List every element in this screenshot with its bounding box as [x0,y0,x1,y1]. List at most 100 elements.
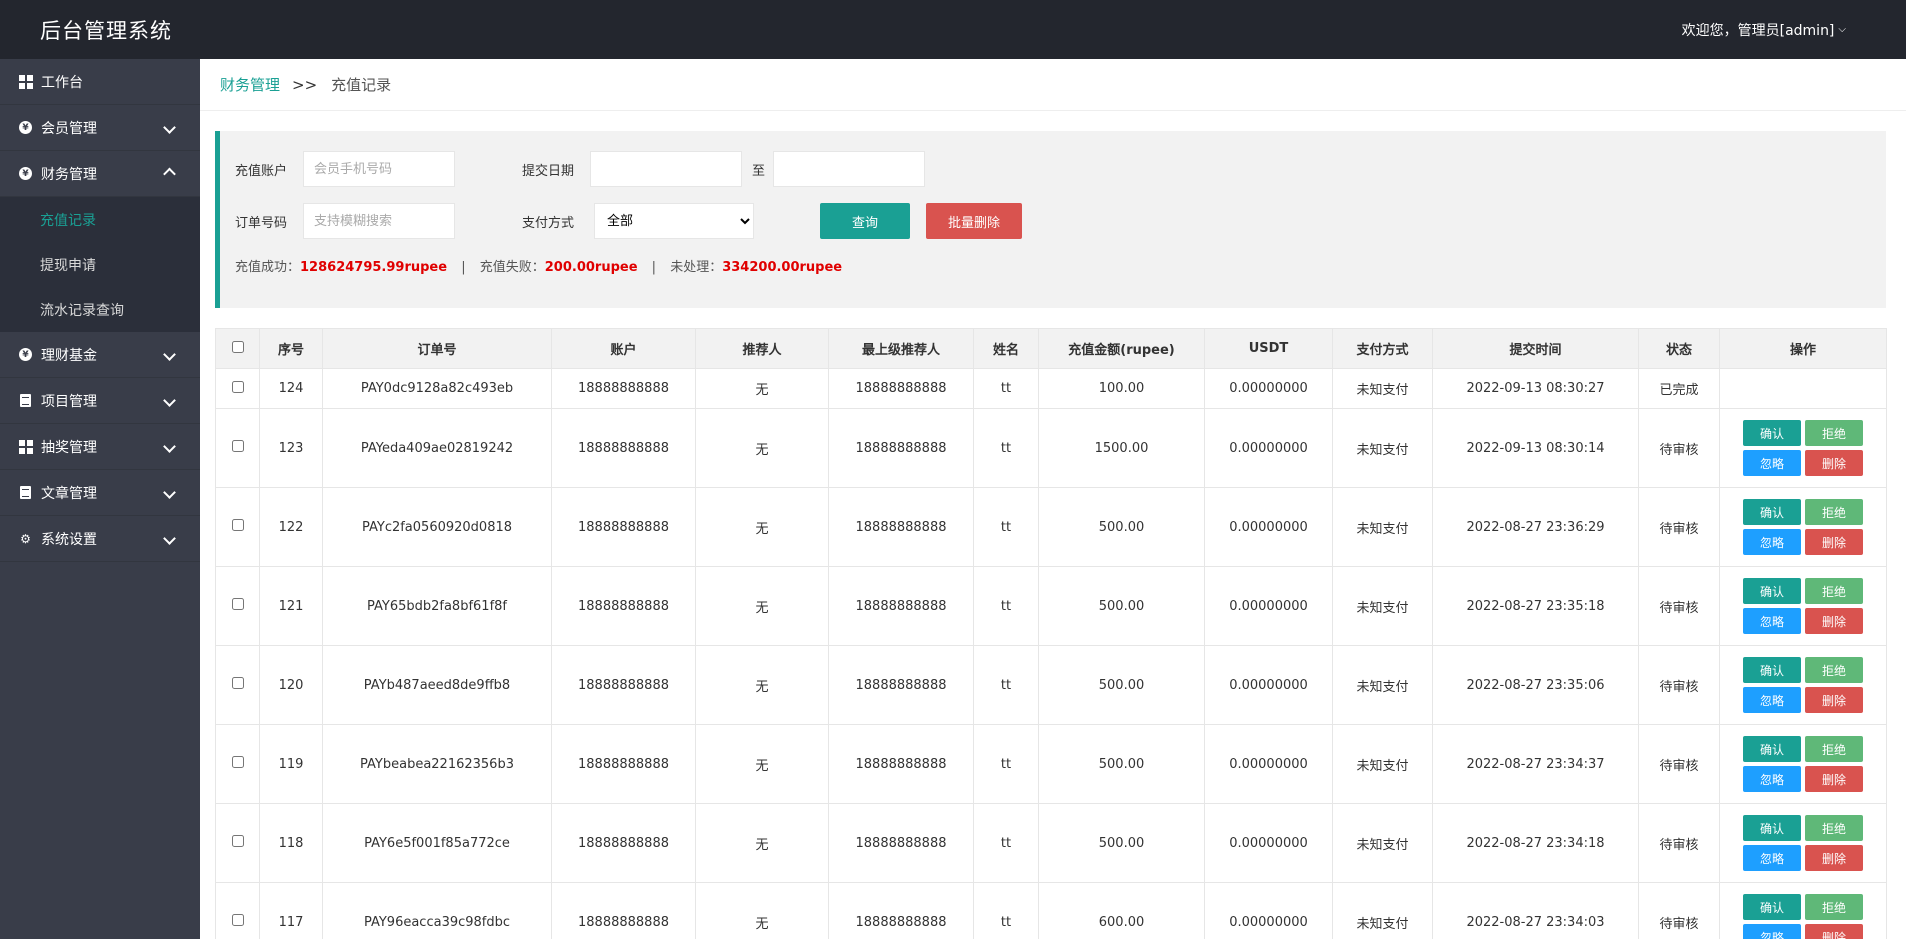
column-header: 姓名 [973,328,1039,369]
reject-button[interactable]: 拒绝 [1805,499,1863,525]
article-icon [18,485,33,500]
sidebar-item-projects[interactable]: 项目管理 [0,378,200,424]
cell-referrer: 无 [695,645,829,725]
cell-name: tt [973,368,1039,409]
date-start-input[interactable] [590,151,742,187]
breadcrumb-parent[interactable]: 财务管理 [220,74,280,95]
summary-stats: 充值成功：128624795.99rupee | 充值失败：200.00rupe… [235,256,842,275]
cell-time: 2022-08-27 23:34:03 [1432,882,1639,939]
row-checkbox[interactable] [231,835,244,847]
sidebar-item-workbench[interactable]: 工作台 [0,59,200,105]
reject-button[interactable]: 拒绝 [1805,420,1863,446]
account-input[interactable] [303,151,455,187]
query-button[interactable]: 查询 [820,203,910,239]
cell-status: 待审核 [1638,408,1720,488]
row-select-cell [215,803,260,883]
sidebar-subitem-flow[interactable]: 流水记录查询 [0,287,200,332]
ignore-button[interactable]: 忽略 [1743,687,1801,713]
cell-name: tt [973,724,1039,804]
ignore-button[interactable]: 忽略 [1743,845,1801,871]
row-checkbox[interactable] [231,440,244,452]
cell-status: 待审核 [1638,724,1720,804]
date-end-input[interactable] [773,151,926,187]
delete-button[interactable]: 删除 [1805,450,1863,476]
cell-account: 18888888888 [551,408,696,488]
confirm-button[interactable]: 确认 [1743,657,1801,683]
table-row: 121 PAY65bdb2fa8bf61f8f 18888888888 无 188888… [215,566,1887,646]
delete-button[interactable]: 删除 [1805,924,1863,939]
cell-top-referrer: 18888888888 [828,724,974,804]
row-actions: 确认 拒绝 忽略 删除 [1721,736,1886,792]
sidebar-subitem-withdraw[interactable]: 提现申请 [0,242,200,287]
confirm-button[interactable]: 确认 [1743,578,1801,604]
reject-button[interactable]: 拒绝 [1805,657,1863,683]
row-checkbox[interactable] [231,677,244,689]
cell-payment: 未知支付 [1332,566,1433,646]
sidebar-item-members[interactable]: ¥ 会员管理 [0,105,200,151]
order-input[interactable] [303,203,455,239]
column-header: USDT [1204,328,1333,369]
column-header: 支付方式 [1332,328,1433,369]
table-header-row: 序号 订单号 账户 推荐人 最上级推荐人 姓名 充值金额(rupee) USDT… [215,328,1887,369]
confirm-button[interactable]: 确认 [1743,736,1801,762]
confirm-button[interactable]: 确认 [1743,420,1801,446]
cell-account: 18888888888 [551,368,696,409]
ignore-button[interactable]: 忽略 [1743,608,1801,634]
reject-button[interactable]: 拒绝 [1805,894,1863,920]
sidebar-subitem-recharge[interactable]: 充值记录 [0,197,200,242]
member-icon: ¥ [18,120,33,135]
sidebar-item-fund[interactable]: ¥ 理财基金 [0,332,200,378]
sidebar-item-finance[interactable]: ¥ 财务管理 [0,151,200,197]
user-menu[interactable]: 欢迎您，管理员[admin] ⌵ [1682,20,1906,40]
row-checkbox[interactable] [231,598,244,610]
cell-name: tt [973,645,1039,725]
cell-order: PAYb487aeed8de9ffb8 [322,645,552,725]
delete-button[interactable]: 删除 [1805,608,1863,634]
row-checkbox[interactable] [231,756,244,768]
table-row: 123 PAYeda409ae02819242 18888888888 无 188888… [215,408,1887,488]
ignore-button[interactable]: 忽略 [1743,450,1801,476]
chevron-down-icon [165,121,174,135]
order-filter: 订单号码 [235,203,455,239]
cell-top-referrer: 18888888888 [828,368,974,409]
ignore-button[interactable]: 忽略 [1743,924,1801,939]
cell-actions: 确认 拒绝 忽略 删除 [1719,487,1887,567]
row-checkbox[interactable] [231,380,244,393]
sidebar-item-articles[interactable]: 文章管理 [0,470,200,516]
sidebar-item-lottery[interactable]: 抽奖管理 [0,424,200,470]
cell-usdt: 0.00000000 [1204,882,1333,939]
batch-delete-button[interactable]: 批量删除 [926,203,1022,239]
finance-icon: ¥ [18,166,33,181]
reject-button[interactable]: 拒绝 [1805,578,1863,604]
chevron-down-icon [165,486,174,500]
confirm-button[interactable]: 确认 [1743,815,1801,841]
sidebar-item-label: 财务管理 [41,166,97,183]
ignore-button[interactable]: 忽略 [1743,529,1801,555]
delete-button[interactable]: 删除 [1805,845,1863,871]
confirm-button[interactable]: 确认 [1743,499,1801,525]
delete-button[interactable]: 删除 [1805,529,1863,555]
table-row: 122 PAYc2fa0560920d0818 18888888888 无 188888… [215,487,1887,567]
ignore-button[interactable]: 忽略 [1743,766,1801,792]
row-checkbox[interactable] [231,914,244,926]
cell-name: tt [973,882,1039,939]
sidebar-item-label: 会员管理 [41,120,97,137]
cell-account: 18888888888 [551,487,696,567]
reject-button[interactable]: 拒绝 [1805,736,1863,762]
delete-button[interactable]: 删除 [1805,687,1863,713]
order-label: 订单号码 [235,215,288,231]
sidebar-item-settings[interactable]: ⚙ 系统设置 [0,516,200,562]
row-checkbox[interactable] [231,519,244,531]
cell-id: 119 [259,724,323,804]
confirm-button[interactable]: 确认 [1743,894,1801,920]
reject-button[interactable]: 拒绝 [1805,815,1863,841]
table-row: 119 PAYbeabea22162356b3 18888888888 无 188888… [215,724,1887,804]
sidebar-item-label: 文章管理 [41,485,97,502]
select-all-checkbox[interactable] [231,340,244,353]
sidebar-item-label: 工作台 [41,74,83,91]
payment-select[interactable]: 全部 [594,203,754,239]
column-header: 最上级推荐人 [828,328,974,369]
success-value: 128624795.99rupee [300,260,448,275]
cell-amount: 500.00 [1038,724,1205,804]
delete-button[interactable]: 删除 [1805,766,1863,792]
